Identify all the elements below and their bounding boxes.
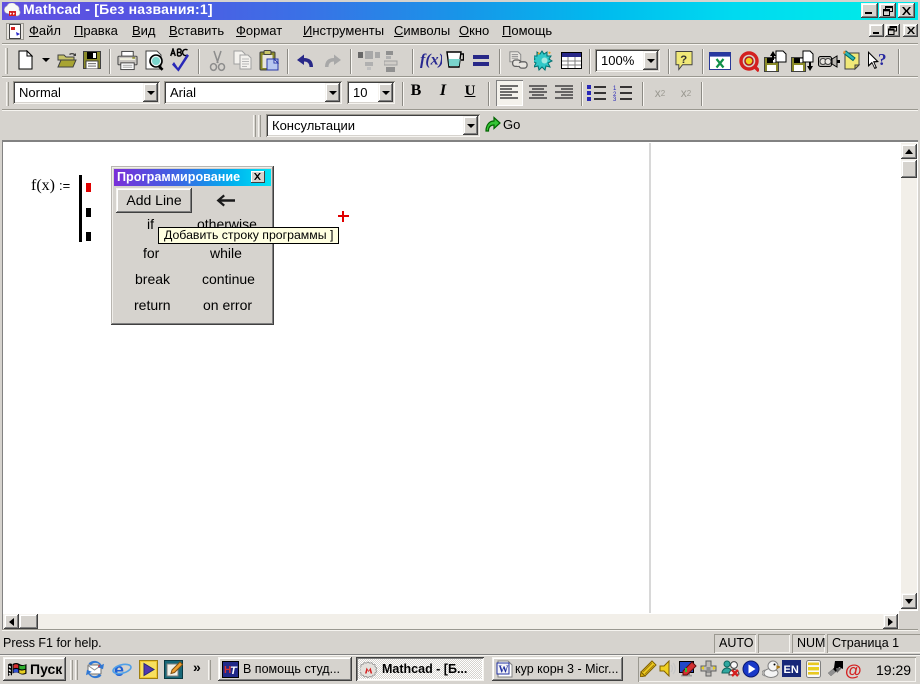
svg-text:?: ? <box>680 54 687 66</box>
svg-text:f(x): f(x) <box>420 52 442 69</box>
svg-text:?: ? <box>878 50 887 69</box>
svg-text:@: @ <box>845 661 862 679</box>
svg-text:W: W <box>499 665 509 676</box>
svg-text:3: 3 <box>613 97 617 101</box>
svg-text:EN: EN <box>784 664 799 676</box>
svg-text:e: e <box>114 660 124 680</box>
